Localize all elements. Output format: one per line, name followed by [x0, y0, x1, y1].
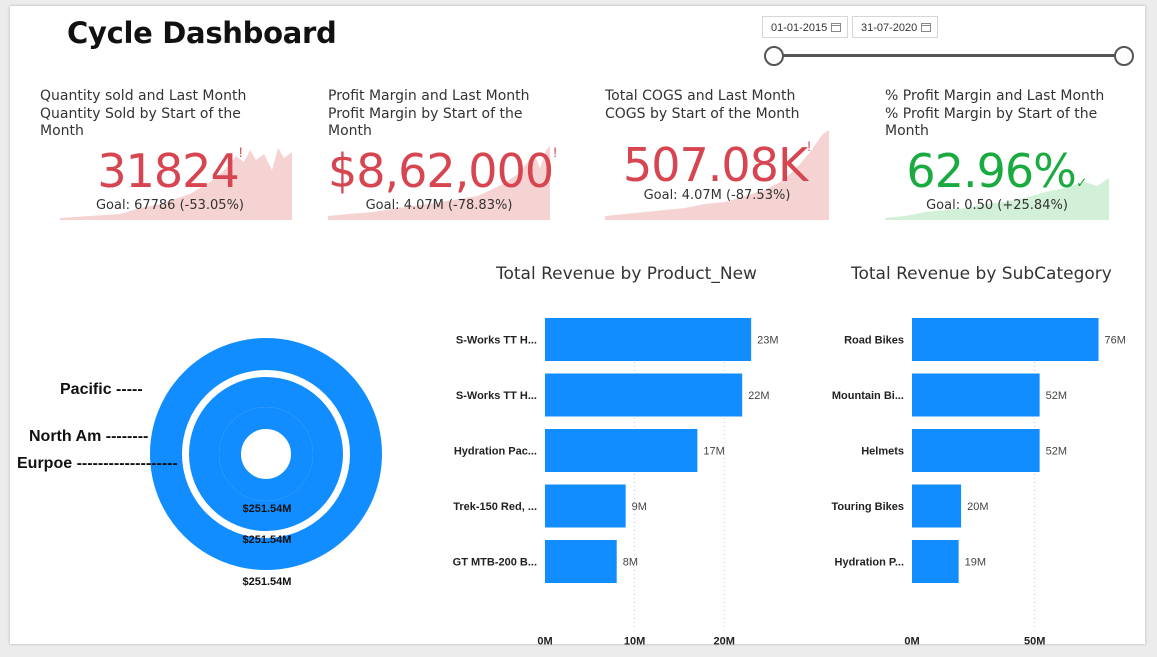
category-label: Hydration Pac...	[454, 446, 537, 458]
data-label: 76M	[1105, 335, 1126, 347]
kpi-goal: Goal: 0.50 (+25.84%)	[926, 198, 1068, 213]
x-tick-label: 10M	[624, 636, 645, 647]
bar[interactable]	[545, 484, 626, 528]
kpi-value-row: 507.08K!	[605, 138, 829, 192]
chart-title-subcategory: Total Revenue by SubCategory	[851, 264, 1112, 284]
data-label: 9M	[632, 501, 647, 513]
kpi-card-profit-percent[interactable]: % Profit Margin and Last Month % Profit …	[885, 88, 1125, 220]
x-tick-label: 20M	[714, 636, 735, 647]
kpi-value: 507.08K	[622, 138, 808, 192]
end-date-input[interactable]: 31-07-2020	[852, 16, 938, 38]
category-label: Trek-150 Red, ...	[453, 501, 537, 513]
x-tick-label: 0M	[904, 636, 919, 647]
category-label: S-Works TT H...	[456, 335, 537, 347]
kpi-card-profit-margin[interactable]: Profit Margin and Last Month Profit Marg…	[328, 88, 588, 220]
donut-ring-label: $251.54M	[243, 503, 292, 515]
page-title: Cycle Dashboard	[67, 16, 337, 50]
warning-icon: !	[807, 138, 811, 154]
start-date-value: 01-01-2015	[771, 22, 828, 34]
category-label: Mountain Bi...	[832, 390, 904, 402]
donut-chart[interactable]: $251.54M $251.54M $251.54M	[150, 311, 405, 596]
slider-start-handle[interactable]	[764, 46, 784, 66]
callout-europe: Eurpoe -------------------	[17, 455, 178, 472]
data-label: 52M	[1046, 446, 1067, 458]
dashboard-canvas: Cycle Dashboard 01-01-2015 31-07-2020 Qu…	[10, 6, 1145, 646]
calendar-icon[interactable]	[921, 23, 931, 32]
data-label: 17M	[703, 446, 724, 458]
kpi-value-row: 62.96%✓	[885, 144, 1109, 198]
kpi-label: Total COGS and Last Month COGS by Start …	[605, 88, 800, 122]
kpi-card-quantity[interactable]: Quantity sold and Last Month Quantity So…	[40, 88, 300, 220]
bar[interactable]	[912, 429, 1040, 472]
kpi-value: 31824	[97, 144, 239, 198]
bar[interactable]	[545, 318, 752, 361]
kpi-card-cogs[interactable]: Total COGS and Last Month COGS by Start …	[605, 88, 865, 220]
donut-ring-label: $251.54M	[243, 534, 292, 546]
data-label: 19M	[965, 557, 986, 569]
kpi-value-row: 31824!	[40, 144, 300, 198]
data-label: 20M	[967, 501, 988, 513]
kpi-value-row: $8,62,000!	[328, 144, 557, 198]
bar[interactable]	[912, 318, 1099, 361]
category-label: S-Works TT H...	[456, 390, 537, 402]
bar[interactable]	[912, 540, 959, 583]
kpi-goal: Goal: 4.07M (-78.83%)	[365, 198, 513, 213]
bar[interactable]	[545, 429, 698, 472]
x-tick-label: 0M	[537, 636, 552, 647]
bar[interactable]	[912, 484, 962, 528]
bar-chart-subcategory[interactable]: 0M50MTotal RevenueRoad Bikes76MMountain …	[815, 296, 1145, 646]
calendar-icon[interactable]	[831, 23, 841, 32]
date-range-slider[interactable]	[776, 54, 1126, 57]
data-label: 22M	[748, 390, 769, 402]
check-icon: ✓	[1075, 174, 1088, 191]
bar[interactable]	[545, 373, 743, 417]
donut-ring-europe[interactable]	[219, 407, 313, 501]
category-label: Hydration P...	[835, 557, 904, 569]
kpi-value: 62.96%	[906, 144, 1076, 198]
warning-icon: !	[553, 144, 558, 160]
category-label: Touring Bikes	[831, 501, 904, 513]
x-tick-label: 50M	[1024, 636, 1045, 647]
end-date-value: 31-07-2020	[861, 22, 918, 34]
category-label: Helmets	[861, 446, 904, 458]
warning-icon: !	[238, 144, 243, 160]
callout-north-america: North Am --------	[29, 428, 149, 445]
bar[interactable]	[545, 540, 617, 583]
kpi-goal: Goal: 67786 (-53.05%)	[95, 198, 244, 213]
callout-pacific: Pacific -----	[60, 381, 143, 398]
start-date-input[interactable]: 01-01-2015	[762, 16, 848, 38]
data-label: 52M	[1046, 390, 1067, 402]
data-label: 8M	[623, 557, 638, 569]
donut-ring-label: $251.54M	[243, 576, 292, 588]
category-label: Road Bikes	[844, 335, 904, 347]
kpi-goal: Goal: 4.07M (-87.53%)	[643, 188, 791, 203]
kpi-label: Profit Margin and Last Month Profit Marg…	[328, 88, 530, 139]
slider-end-handle[interactable]	[1114, 46, 1134, 66]
kpi-value: $8,62,000	[328, 144, 554, 198]
bar[interactable]	[912, 373, 1040, 417]
kpi-label: Quantity sold and Last Month Quantity So…	[40, 88, 247, 139]
kpi-label: % Profit Margin and Last Month % Profit …	[885, 88, 1105, 139]
bar-chart-product[interactable]: 0M10M20MTotal RevenueS-Works TT H...23MS…	[440, 296, 820, 646]
category-label: GT MTB-200 B...	[453, 557, 537, 569]
data-label: 23M	[757, 335, 778, 347]
chart-title-product: Total Revenue by Product_New	[496, 264, 757, 284]
